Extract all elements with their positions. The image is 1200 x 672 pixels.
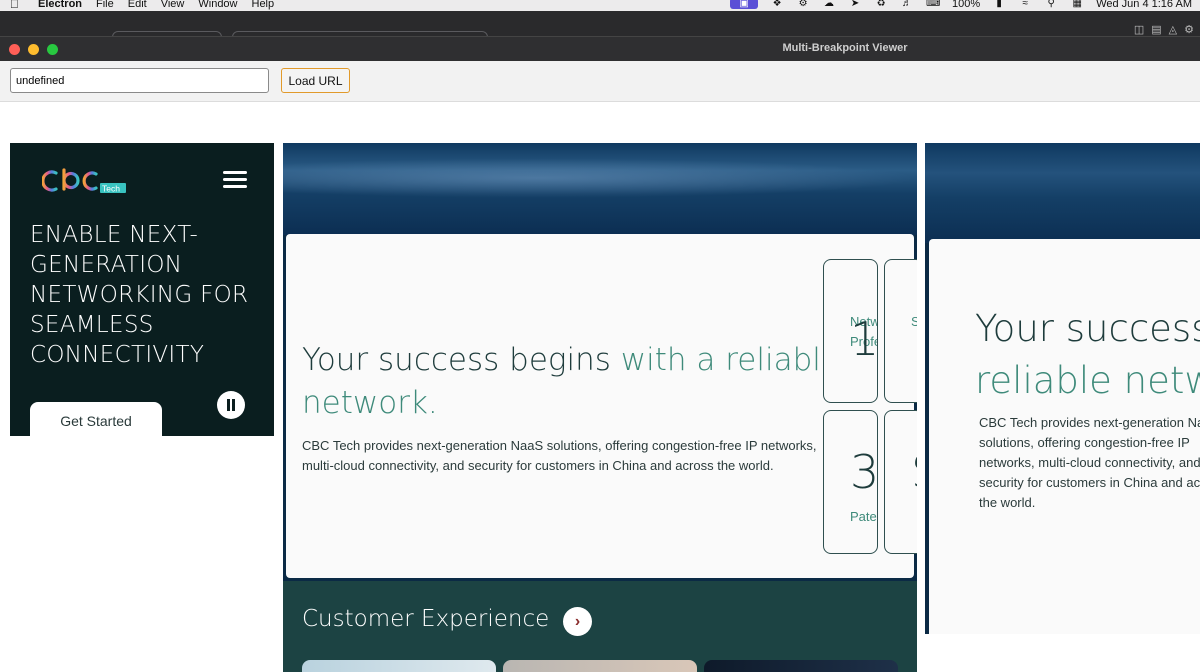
- extension-icon[interactable]: ⚙: [796, 0, 810, 9]
- panel-bottom-icon[interactable]: ▤: [1151, 23, 1161, 36]
- mobile-viewport[interactable]: Tech ENABLE NEXT-GENERATION NETWORKING F…: [10, 143, 274, 436]
- keyboard-icon[interactable]: ⌨: [926, 0, 940, 9]
- success-heading: Your success begins with a reliable netw…: [975, 303, 1200, 407]
- clock[interactable]: Wed Jun 4 1:16 AM: [1096, 0, 1192, 10]
- figma-icon[interactable]: ❖: [770, 0, 784, 9]
- experience-thumbnail[interactable]: [302, 660, 496, 672]
- sidebar-right-icon[interactable]: ◬: [1169, 23, 1177, 36]
- success-description: CBC Tech provides next-generation NaaS s…: [302, 438, 817, 473]
- menu-window[interactable]: Window: [198, 0, 237, 10]
- success-heading: Your success begins with a reliable netw…: [302, 339, 842, 425]
- menu-file[interactable]: File: [96, 0, 114, 10]
- menu-help[interactable]: Help: [252, 0, 275, 10]
- stat-label: S: [911, 312, 917, 332]
- heading-plain: Your success begins with a: [975, 307, 1200, 350]
- window-title-bar: Multi-Breakpoint Viewer: [0, 36, 1200, 61]
- sidebar-left-icon[interactable]: ◫: [1134, 23, 1144, 36]
- stat-label: Patents: [850, 509, 877, 524]
- stat-card: 30 Patents: [823, 410, 878, 554]
- menu-view[interactable]: View: [161, 0, 185, 10]
- stat-card: S: [884, 259, 917, 403]
- wifi-icon[interactable]: ≈: [1018, 0, 1032, 9]
- experience-thumbnail[interactable]: [704, 660, 898, 672]
- stat-number: 15: [850, 312, 878, 366]
- chevron-right-icon[interactable]: ›: [563, 607, 592, 636]
- cloud-icon[interactable]: ☁: [822, 0, 836, 9]
- customer-experience-section: Customer Experience ›: [283, 581, 917, 672]
- battery-icon[interactable]: ▮: [992, 0, 1006, 9]
- experience-thumbnail[interactable]: [503, 660, 697, 672]
- tablet-viewport[interactable]: Your success begins with a reliable netw…: [283, 143, 917, 672]
- heading-plain: Your success begins: [302, 342, 621, 378]
- customer-experience-title: Customer Experience: [302, 606, 550, 632]
- hero-headline: ENABLE NEXT-GENERATION NETWORKING FOR SE…: [30, 222, 249, 368]
- url-input[interactable]: [10, 68, 269, 93]
- get-started-button[interactable]: Get Started: [30, 402, 162, 436]
- control-center-icon[interactable]: ▦: [1070, 0, 1084, 9]
- stat-number: 30: [850, 445, 878, 499]
- logo-badge: Tech: [102, 184, 120, 194]
- url-toolbar: Load URL: [0, 61, 1200, 102]
- hamburger-menu-icon[interactable]: [223, 171, 247, 189]
- menu-edit[interactable]: Edit: [128, 0, 147, 10]
- window-title: Multi-Breakpoint Viewer: [782, 42, 908, 54]
- volume-icon[interactable]: ♬: [900, 0, 914, 9]
- search-icon[interactable]: ⚲: [1044, 0, 1058, 9]
- hero-background-image: [283, 143, 917, 235]
- battery-percent: 100%: [952, 0, 981, 10]
- menu-bar:  Electron File Edit View Window Help ▣ …: [0, 0, 1200, 11]
- heading-accent: reliable network.: [975, 359, 1200, 402]
- pause-icon[interactable]: [217, 391, 245, 419]
- background-window-controls: ◫ ▤ ◬ ⚙: [1134, 23, 1194, 36]
- bell-icon[interactable]: ♻: [874, 0, 888, 9]
- stat-card: S: [884, 410, 917, 554]
- stat-card: Network Professionals 15: [823, 259, 878, 403]
- settings-gear-icon[interactable]: ⚙: [1184, 23, 1194, 36]
- stat-number: S: [911, 445, 917, 499]
- success-description: CBC Tech provides next-generation NaaS s…: [979, 415, 1200, 510]
- desktop-viewport[interactable]: Your success begins with a reliable netw…: [925, 143, 1200, 634]
- cbc-tech-logo[interactable]: Tech: [42, 167, 132, 195]
- load-url-button[interactable]: Load URL: [281, 68, 350, 93]
- menu-app-name[interactable]: Electron: [38, 0, 82, 10]
- hero-background-image: [925, 143, 1200, 243]
- cursor-icon[interactable]: ➤: [848, 0, 862, 9]
- screen-share-icon[interactable]: ▣: [730, 0, 759, 9]
- breakpoint-viewports: Tech ENABLE NEXT-GENERATION NETWORKING F…: [0, 102, 1200, 672]
- apple-icon[interactable]: : [10, 0, 24, 11]
- success-card: Your success begins with a reliable netw…: [286, 234, 917, 578]
